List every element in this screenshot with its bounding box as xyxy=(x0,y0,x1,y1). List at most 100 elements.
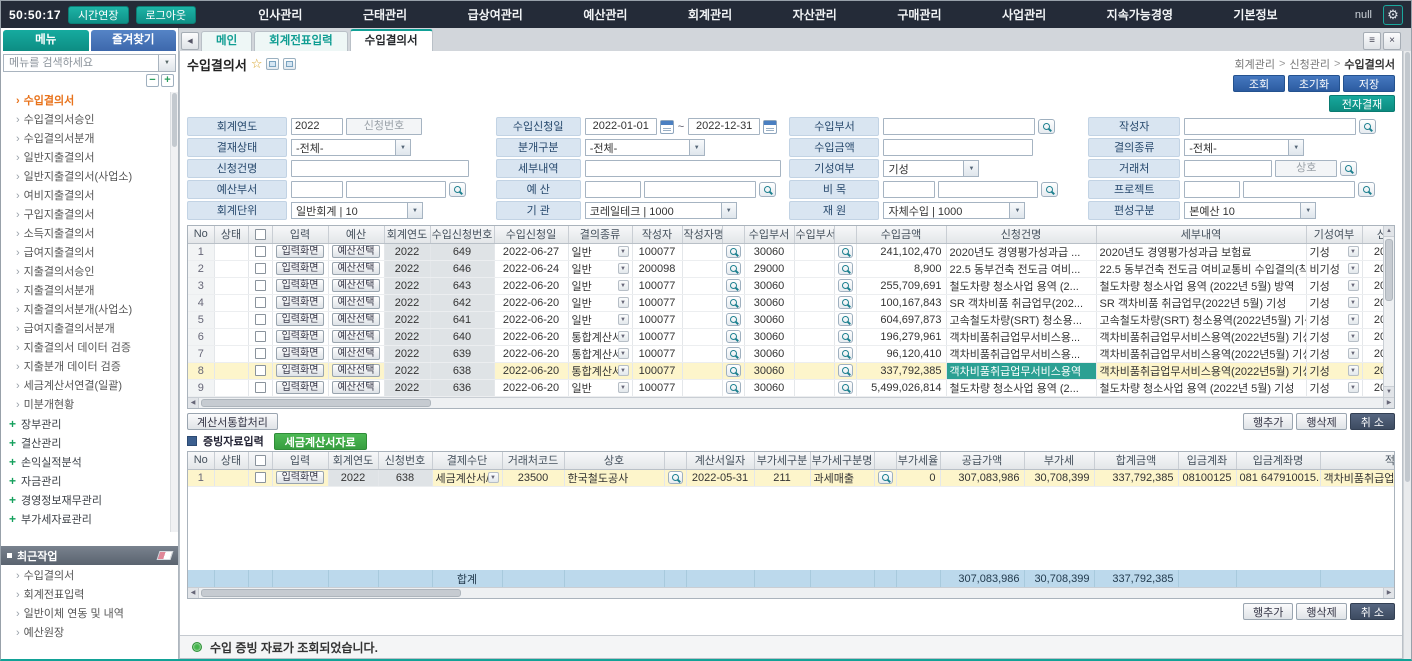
income-apply-date-date-input-2[interactable]: 2022-12-31 xyxy=(688,118,760,135)
cell[interactable] xyxy=(682,328,722,345)
row-checkbox[interactable] xyxy=(255,246,266,257)
cell[interactable]: 예산선택 xyxy=(328,277,384,294)
cell[interactable]: 2022 xyxy=(384,277,430,294)
income-dept-input-0[interactable] xyxy=(883,118,1035,135)
account-unit-select[interactable]: 일반회계 | 10▼ xyxy=(291,202,423,219)
grid-cell-button[interactable]: 입력화면 xyxy=(276,381,325,394)
cell[interactable] xyxy=(214,277,248,294)
cell[interactable] xyxy=(794,277,834,294)
cell[interactable]: 4 xyxy=(188,294,214,311)
electronic-approval-button[interactable]: 전자결재 xyxy=(1329,95,1395,112)
scrollbar-thumb[interactable] xyxy=(201,399,431,407)
cell[interactable]: 638 xyxy=(378,469,432,486)
recent-item[interactable]: ›일반이체 연동 및 내역 xyxy=(1,605,178,624)
cell[interactable] xyxy=(248,362,272,379)
search-icon[interactable] xyxy=(726,330,741,343)
cell[interactable]: 객차비품취급업무서비스용... xyxy=(946,328,1096,345)
cell[interactable]: 통합계산서▼ xyxy=(568,328,632,345)
cell[interactable]: 9 xyxy=(188,379,214,396)
cell[interactable]: 2022-05-10 xyxy=(1362,260,1383,277)
column-header-2[interactable] xyxy=(248,452,272,469)
tab-close-button[interactable]: × xyxy=(1383,32,1401,50)
cell[interactable] xyxy=(214,294,248,311)
grid-cell-select[interactable]: 기성▼ xyxy=(1310,278,1359,294)
cell[interactable]: 2022-06-20 xyxy=(494,379,568,396)
grid-cell-button[interactable]: 입력화면 xyxy=(276,245,325,258)
cell[interactable]: 30060 xyxy=(744,328,794,345)
budget-dept-input-0[interactable] xyxy=(291,181,343,198)
column-header-12[interactable]: 부가세구분명 xyxy=(810,452,874,469)
cell[interactable]: 일반▼ xyxy=(568,294,632,311)
sidebar-item[interactable]: ›수입결의서 xyxy=(1,92,178,111)
grid-cell-button[interactable]: 예산선택 xyxy=(332,364,381,377)
cell[interactable]: 646 xyxy=(430,260,494,277)
cell[interactable] xyxy=(214,362,248,379)
cell[interactable]: 22.5 동부건축 전도금 여비... xyxy=(946,260,1096,277)
column-header-19[interactable]: 신청회계일 xyxy=(1362,226,1383,243)
grid-cell-button[interactable]: 입력화면 xyxy=(276,330,325,343)
search-icon[interactable] xyxy=(1041,182,1058,197)
grid-cell-select[interactable]: 통합계산서▼ xyxy=(572,346,629,362)
cell[interactable] xyxy=(722,328,744,345)
vendor-input-1[interactable]: 상호 xyxy=(1275,160,1337,177)
scroll-left-arrow[interactable]: ◀ xyxy=(188,588,199,598)
cell[interactable] xyxy=(682,260,722,277)
topbar-menu-item[interactable]: 근태관리 xyxy=(363,6,407,23)
cell[interactable]: 30,708,399 xyxy=(1024,469,1094,486)
search-icon[interactable] xyxy=(838,313,853,326)
column-header-3[interactable]: 입력 xyxy=(272,226,328,243)
cell[interactable]: 2022-06-20 xyxy=(1362,345,1383,362)
cell[interactable]: 기성▼ xyxy=(1306,243,1362,260)
cell[interactable]: 일반▼ xyxy=(568,379,632,396)
cell[interactable]: 8 xyxy=(188,362,214,379)
cell[interactable] xyxy=(834,379,856,396)
column-header-8[interactable]: 결의종류 xyxy=(568,226,632,243)
cell[interactable]: 기성▼ xyxy=(1306,362,1362,379)
column-header-6[interactable]: 결제수단 xyxy=(432,452,502,469)
cell[interactable]: 2020년도 경영평가성과급 ... xyxy=(946,243,1096,260)
cell[interactable] xyxy=(722,362,744,379)
cell[interactable]: 철도차량 청소사업 용역 (2... xyxy=(946,277,1096,294)
cell[interactable] xyxy=(794,345,834,362)
cell[interactable] xyxy=(682,294,722,311)
cell[interactable]: 2022-06-20 xyxy=(1362,379,1383,396)
sidebar-item[interactable]: ›소득지출결의서 xyxy=(1,225,178,244)
cell[interactable] xyxy=(834,294,856,311)
cell[interactable] xyxy=(214,260,248,277)
cell[interactable]: 5,499,026,814 xyxy=(856,379,946,396)
save-button[interactable]: 저장 xyxy=(1343,75,1395,92)
search-button[interactable]: 조회 xyxy=(1233,75,1285,92)
column-header-15[interactable]: 공급가액 xyxy=(940,452,1024,469)
cell[interactable] xyxy=(834,277,856,294)
budget-input-0[interactable] xyxy=(585,181,641,198)
cell[interactable] xyxy=(248,294,272,311)
sidebar-group[interactable]: +자금관리 xyxy=(1,472,178,491)
cell[interactable] xyxy=(682,311,722,328)
table-row[interactable]: 1입력화면2022638세금계산서/...▼23500한국철도공사2022-05… xyxy=(188,469,1394,486)
vendor-input-0[interactable] xyxy=(1184,160,1272,177)
cell[interactable]: 2022 xyxy=(384,379,430,396)
cell[interactable]: 29000 xyxy=(744,260,794,277)
cell[interactable] xyxy=(794,328,834,345)
cell[interactable]: 예산선택 xyxy=(328,294,384,311)
scrollbar-thumb[interactable] xyxy=(201,589,461,597)
cell[interactable]: 한국철도공사 xyxy=(564,469,664,486)
cell[interactable]: 입력화면 xyxy=(272,469,328,486)
cell[interactable] xyxy=(834,243,856,260)
sidebar-item[interactable]: ›수입결의서분개 xyxy=(1,130,178,149)
sidebar-tab-favorites[interactable]: 즐겨찾기 xyxy=(91,30,177,51)
sidebar-item[interactable]: ›지출결의서 데이터 검증 xyxy=(1,339,178,358)
request-title-input-0[interactable] xyxy=(291,160,469,177)
cell[interactable]: 2022-06-20 xyxy=(494,328,568,345)
cell[interactable]: 입력화면 xyxy=(272,277,328,294)
cell[interactable]: 예산선택 xyxy=(328,362,384,379)
cell[interactable]: 고속철도차량(SRT) 청소용... xyxy=(946,311,1096,328)
cell[interactable] xyxy=(682,362,722,379)
column-header-1[interactable]: 상태 xyxy=(214,452,248,469)
cell[interactable] xyxy=(214,328,248,345)
delete-row-button[interactable]: 행삭제 xyxy=(1296,413,1346,430)
topbar-menu-item[interactable]: 구매관리 xyxy=(897,6,941,23)
extend-time-button[interactable]: 시간연장 xyxy=(68,6,128,24)
recent-item[interactable]: ›수입결의서 xyxy=(1,567,178,586)
cell[interactable]: 100077 xyxy=(632,277,682,294)
